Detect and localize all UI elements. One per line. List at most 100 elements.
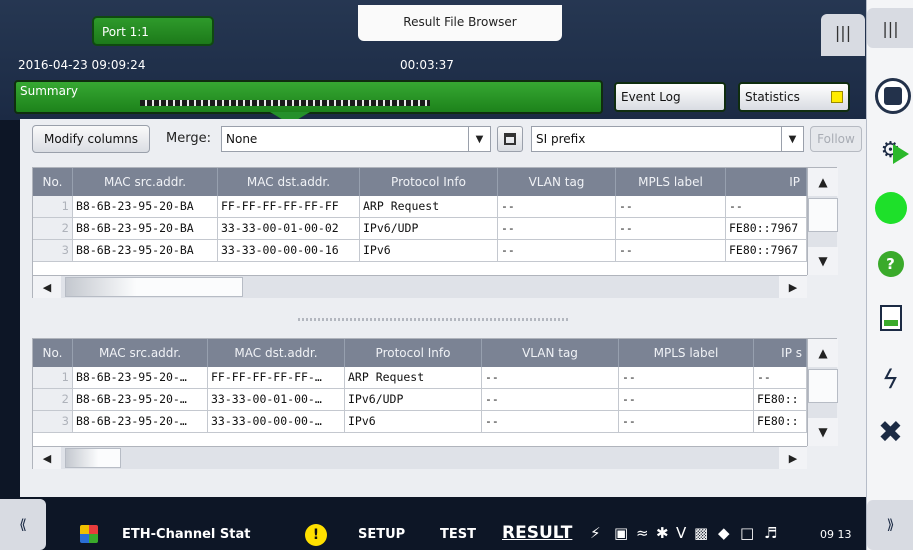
- column-header[interactable]: Protocol Info: [360, 168, 498, 196]
- mac-dst-cell: FF-FF-FF-FF-FF-…: [208, 367, 345, 388]
- modify-columns-button[interactable]: Modify columns: [32, 125, 150, 153]
- app-name-label[interactable]: ETH-Channel Stat: [122, 527, 250, 542]
- protocol-cell: IPv6: [345, 411, 482, 432]
- row-number: 3: [33, 411, 73, 432]
- table-row[interactable]: 1 B8-6B-23-95-20-… FF-FF-FF-FF-FF-… ARP …: [33, 367, 807, 389]
- vertical-scrollbar[interactable]: ▲ ▼: [807, 339, 838, 446]
- table-header: No. MAC src.addr. MAC dst.addr. Protocol…: [33, 339, 807, 367]
- merge-select[interactable]: None ▼: [221, 126, 491, 152]
- lightning-button[interactable]: ϟ: [867, 358, 913, 402]
- status-button[interactable]: [867, 186, 913, 230]
- scroll-up-icon[interactable]: ▲: [808, 339, 838, 367]
- play-arrow-icon: [893, 144, 909, 164]
- rail-menu-button[interactable]: |||: [867, 8, 913, 48]
- table-row[interactable]: 3 B8-6B-23-95-20-… 33-33-00-00-00-… IPv6…: [33, 411, 807, 433]
- chevron-down-icon[interactable]: ▼: [468, 127, 490, 151]
- help-button[interactable]: ?: [867, 242, 913, 286]
- stop-button[interactable]: [869, 74, 913, 118]
- splitter-grip-icon[interactable]: [298, 318, 568, 321]
- column-header[interactable]: MAC src.addr.: [73, 339, 208, 367]
- scroll-thumb[interactable]: [65, 448, 121, 468]
- bottom-bar: ⟪ ETH-Channel Stat ! SETUP TEST RESULT ⚡…: [0, 497, 866, 550]
- scroll-right-icon[interactable]: ▶: [779, 447, 807, 469]
- test-tab[interactable]: TEST: [440, 527, 476, 542]
- column-header[interactable]: MPLS label: [619, 339, 754, 367]
- result-tab[interactable]: RESULT: [502, 523, 572, 543]
- column-header[interactable]: IP: [726, 168, 807, 196]
- lan-icon: □: [740, 524, 755, 542]
- traffic-light-button[interactable]: ⚙: [867, 128, 913, 172]
- vertical-scrollbar[interactable]: ▲ ▼: [807, 168, 838, 275]
- scroll-corner: [807, 275, 837, 298]
- scroll-up-icon[interactable]: ▲: [808, 168, 838, 196]
- menu-button[interactable]: |||: [821, 14, 865, 56]
- scroll-thumb[interactable]: [808, 369, 838, 403]
- statistics-button[interactable]: Statistics: [738, 82, 850, 112]
- summary-bar[interactable]: Summary: [14, 80, 603, 114]
- table-row[interactable]: 3 B8-6B-23-95-20-BA 33-33-00-00-00-16 IP…: [33, 240, 807, 262]
- chevron-down-icon[interactable]: ▼: [781, 127, 803, 151]
- column-header[interactable]: No.: [33, 339, 73, 367]
- column-header[interactable]: VLAN tag: [498, 168, 616, 196]
- column-header[interactable]: Protocol Info: [345, 339, 482, 367]
- column-header[interactable]: MPLS label: [616, 168, 726, 196]
- report-button[interactable]: [867, 296, 913, 340]
- column-header[interactable]: MAC dst.addr.: [218, 168, 360, 196]
- column-header[interactable]: VLAN tag: [482, 339, 619, 367]
- green-status-icon: [874, 192, 907, 224]
- lightning-icon: ϟ: [881, 365, 900, 395]
- summary-progress-bar: [140, 100, 430, 106]
- bluetooth-icon: ✱: [656, 524, 669, 542]
- result-file-browser-tab[interactable]: Result File Browser: [358, 5, 562, 41]
- right-rail: ||| ⚙ ? ϟ ✖ ⟫: [866, 0, 913, 550]
- previous-panel-button[interactable]: ⟪: [0, 499, 46, 550]
- window-icon: [504, 133, 516, 145]
- prefix-select[interactable]: SI prefix ▼: [531, 126, 804, 152]
- setup-tab[interactable]: SETUP: [358, 527, 405, 542]
- column-header[interactable]: IP s: [754, 339, 807, 367]
- table-row[interactable]: 2 B8-6B-23-95-20-… 33-33-00-01-00-… IPv6…: [33, 389, 807, 411]
- scroll-down-icon[interactable]: ▼: [808, 247, 838, 275]
- app-icon[interactable]: [80, 525, 98, 543]
- warning-icon[interactable]: !: [305, 524, 327, 546]
- vlan-cell: --: [482, 411, 619, 432]
- mac-src-cell: B8-6B-23-95-20-…: [73, 367, 208, 388]
- vlan-cell: --: [498, 196, 616, 217]
- table-row[interactable]: 1 B8-6B-23-95-20-BA FF-FF-FF-FF-FF-FF AR…: [33, 196, 807, 218]
- scroll-down-icon[interactable]: ▼: [808, 418, 838, 446]
- clock-label: 09 13: [820, 528, 852, 541]
- event-log-button[interactable]: Event Log: [614, 82, 726, 112]
- horizontal-scrollbar[interactable]: ◀ ▶: [33, 446, 807, 469]
- vlan-cell: --: [498, 240, 616, 261]
- ip-cell: FE80::: [754, 411, 807, 432]
- scroll-thumb[interactable]: [65, 277, 243, 297]
- ip-cell: --: [754, 367, 807, 388]
- wifi-icon: ≈: [636, 524, 649, 542]
- table-row[interactable]: 2 B8-6B-23-95-20-BA 33-33-00-01-00-02 IP…: [33, 218, 807, 240]
- row-number: 1: [33, 196, 73, 217]
- next-panel-button[interactable]: ⟫: [867, 500, 913, 550]
- port-tab[interactable]: Port 1:1: [92, 16, 214, 46]
- power-icon: ⚡: [590, 524, 601, 542]
- scroll-thumb[interactable]: [808, 198, 838, 232]
- stop-icon: [874, 78, 911, 114]
- horizontal-scrollbar[interactable]: ◀ ▶: [33, 275, 807, 298]
- row-number: 3: [33, 240, 73, 261]
- ip-cell: FE80::: [754, 389, 807, 410]
- table-splitter[interactable]: [32, 307, 837, 333]
- scroll-right-icon[interactable]: ▶: [779, 276, 807, 298]
- column-header[interactable]: No.: [33, 168, 73, 196]
- close-button[interactable]: ✖: [867, 410, 913, 454]
- scroll-left-icon[interactable]: ◀: [33, 447, 61, 469]
- mac-src-cell: B8-6B-23-95-20-BA: [73, 196, 218, 217]
- follow-button[interactable]: Follow: [810, 126, 862, 152]
- prefix-settings-button[interactable]: [497, 126, 523, 152]
- mpls-cell: --: [616, 218, 726, 239]
- column-header[interactable]: MAC dst.addr.: [208, 339, 345, 367]
- storage-icon: ▣: [614, 524, 629, 542]
- protocol-cell: IPv6/UDP: [360, 218, 498, 239]
- column-header[interactable]: MAC src.addr.: [73, 168, 218, 196]
- help-icon: ?: [877, 251, 904, 277]
- scroll-left-icon[interactable]: ◀: [33, 276, 61, 298]
- vlan-cell: --: [482, 367, 619, 388]
